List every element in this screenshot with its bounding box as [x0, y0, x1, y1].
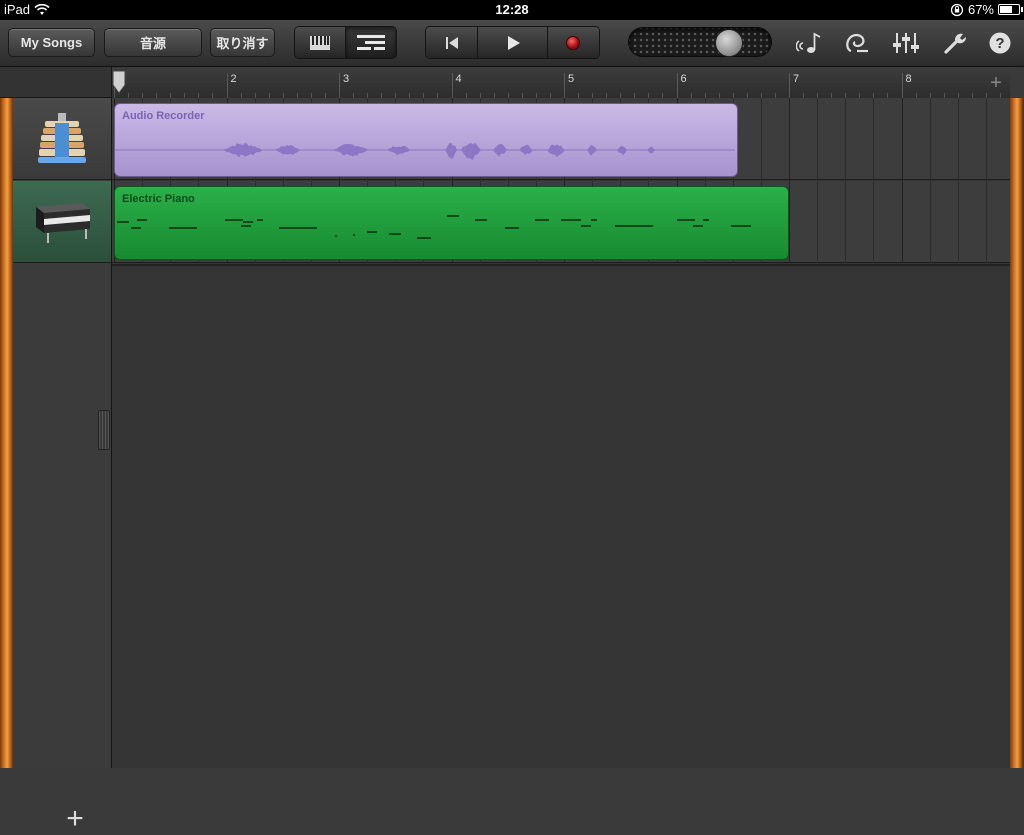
- lane-gridline: [789, 98, 790, 263]
- midi-region-name: Electric Piano: [122, 193, 195, 205]
- audio-region-name: Audio Recorder: [122, 110, 205, 122]
- metronome-button[interactable]: [795, 30, 823, 56]
- mixer-button[interactable]: [892, 30, 920, 56]
- settings-wrench-icon: [944, 33, 967, 54]
- instruments-button[interactable]: 音源: [104, 28, 202, 57]
- help-icon: ?: [989, 32, 1011, 54]
- settings-button[interactable]: [941, 30, 969, 56]
- view-toggle: [294, 26, 397, 59]
- audio-waveform: [115, 142, 735, 160]
- ruler-bar-line: [789, 73, 790, 98]
- lane-gridline: [873, 98, 875, 263]
- play-icon: [507, 35, 520, 50]
- volume-knob[interactable]: [715, 29, 743, 57]
- record-icon: [566, 35, 581, 50]
- track-lanes: Audio Recorder Electric Piano: [112, 98, 1010, 768]
- ruler-bar-line: [226, 73, 228, 98]
- svg-text:?: ?: [995, 35, 1004, 52]
- my-songs-button[interactable]: My Songs: [8, 28, 95, 57]
- track-header-electric-piano[interactable]: [13, 181, 111, 263]
- toolbar: My Songs 音源 取り消す ?: [0, 20, 1024, 67]
- add-section-button[interactable]: +: [984, 72, 1008, 96]
- go-to-beginning-icon: [445, 36, 458, 49]
- loop-icon: [846, 33, 868, 53]
- ruler-bar-line: [676, 73, 678, 98]
- lane-gridline: [817, 98, 819, 263]
- wood-panel-right: [1010, 98, 1023, 768]
- add-track-button[interactable]: +: [62, 804, 88, 834]
- lane-gridline: [901, 98, 903, 263]
- lane-gridline: [845, 98, 847, 263]
- lane-gridline: [985, 98, 987, 263]
- rotation-lock-icon: [950, 3, 964, 16]
- tracks-view-button[interactable]: [346, 27, 396, 58]
- track-header-audio-recorder[interactable]: [13, 98, 111, 180]
- tracks-view-icon: [357, 34, 385, 50]
- clock: 12:28: [495, 2, 529, 17]
- ruler-bar-number: 3: [343, 73, 350, 85]
- ruler-bar-number: 2: [230, 73, 237, 85]
- lane-divider: [112, 264, 1010, 266]
- go-to-beginning-button[interactable]: [426, 27, 479, 58]
- ruler-bar-line: [339, 73, 340, 98]
- ruler-corner: [0, 67, 112, 98]
- transport-controls: [425, 26, 600, 59]
- ruler-bar-number: 7: [793, 73, 800, 85]
- ruler-bar-line: [564, 73, 565, 98]
- loop-button[interactable]: [843, 30, 871, 56]
- status-bar: iPad 12:28 67%: [0, 0, 1024, 20]
- ruler-bar-number: 4: [455, 73, 462, 85]
- master-volume-slider[interactable]: [628, 27, 772, 57]
- metronome-icon: [796, 32, 821, 53]
- record-button[interactable]: [547, 27, 599, 58]
- battery-percent: 67%: [967, 2, 994, 17]
- ruler-bar-number: 8: [905, 73, 912, 85]
- lane-gridline: [957, 98, 959, 263]
- ruler-bar-line: [451, 73, 453, 98]
- keyboard-view-button[interactable]: [295, 27, 346, 58]
- lane-gridline: [929, 98, 931, 263]
- timeline-ruler[interactable]: 12345678: [112, 67, 1010, 99]
- midi-notes: [117, 215, 751, 239]
- audio-recorder-icon: [38, 112, 86, 163]
- mixer-icon: [893, 33, 919, 53]
- keyboard-icon: [310, 35, 330, 50]
- header-resize-handle[interactable]: [98, 410, 110, 450]
- ruler-bar-line: [901, 73, 903, 98]
- audio-region[interactable]: Audio Recorder: [114, 103, 739, 177]
- battery-icon: [998, 4, 1023, 15]
- ruler-bar-number: 5: [568, 73, 575, 85]
- help-button[interactable]: ?: [986, 30, 1014, 56]
- wood-panel-left: [0, 98, 13, 768]
- play-button[interactable]: [478, 27, 548, 58]
- playhead-marker[interactable]: [112, 70, 126, 94]
- midi-region[interactable]: Electric Piano: [114, 186, 789, 260]
- undo-button[interactable]: 取り消す: [210, 28, 275, 57]
- electric-piano-icon: [36, 202, 90, 243]
- ruler-bar-number: 6: [680, 73, 687, 85]
